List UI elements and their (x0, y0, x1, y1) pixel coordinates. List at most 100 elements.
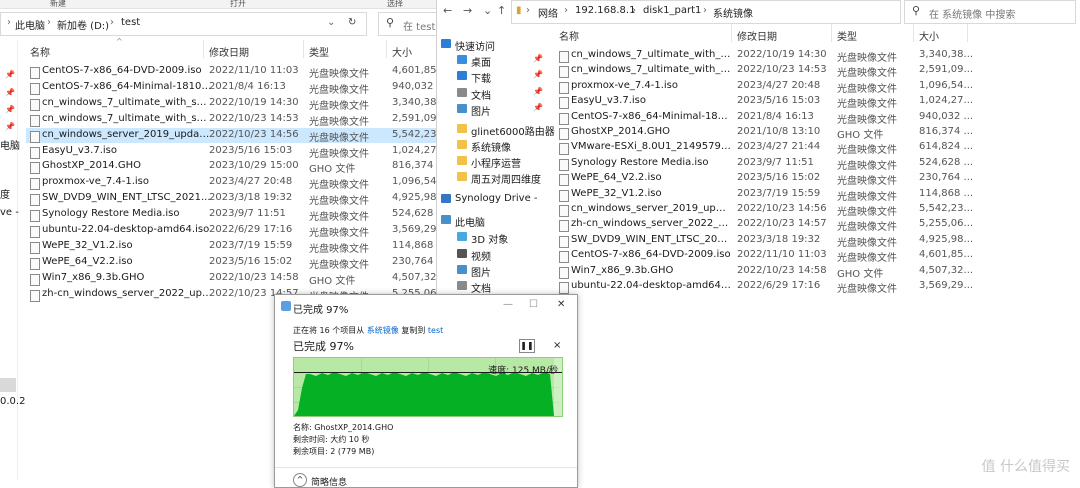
breadcrumb-test[interactable]: test (121, 17, 140, 28)
breadcrumb-share[interactable]: disk1_part1 (643, 5, 701, 16)
table-row[interactable]: CentOS-7-x86_64-Minimal-1810.... 2021/8/4… (555, 110, 1075, 126)
table-row[interactable]: EasyU_v3.7.iso 2023/5/16 15:03 光盘映像文件 1,024… (555, 94, 1075, 110)
file-name[interactable]: CentOS-7-x86_64-Minimal-1810.... (42, 81, 212, 92)
table-row[interactable]: WePE_64_V2.2.iso 2023/5/16 15:02 光盘映像文件 230… (26, 255, 436, 271)
nav-label[interactable]: 周五对周四维度 (471, 171, 541, 186)
table-row[interactable]: cn_windows_7_ultimate_with_sp1... 2022/10… (555, 48, 1075, 64)
table-row[interactable]: SW_DVD9_WIN_ENT_LTSC_2021... 2023/3/18 19… (555, 233, 1075, 249)
column-size[interactable]: 大小 (919, 28, 939, 43)
side-scrollbar-thumb[interactable] (0, 378, 16, 392)
nav-item[interactable]: 图片 (437, 262, 551, 279)
ribbon-open[interactable]: 打开 (230, 0, 246, 9)
less-details-toggle[interactable]: 简略信息 (311, 475, 347, 487)
chevron-up-icon[interactable]: ^ (293, 473, 307, 487)
file-name[interactable]: cn_windows_server_2019_update... (42, 129, 212, 140)
breadcrumb-this-pc[interactable]: 此电脑 (15, 17, 45, 32)
refresh-icon[interactable]: ↻ (348, 17, 356, 28)
source-link[interactable]: 系统镜像 (367, 326, 399, 335)
search-input[interactable]: ⚲ 在 系统镜像 中搜索 (904, 0, 1076, 24)
ribbon-new[interactable]: 新建 (50, 0, 66, 9)
nav-label[interactable]: 小程序运营 (471, 155, 521, 170)
nav-item[interactable]: 快速访问 (437, 36, 551, 53)
breadcrumb-folder[interactable]: 系统镜像 (713, 5, 753, 20)
table-row[interactable]: CentOS-7-x86_64-DVD-2009.iso 2022/11/10 1… (555, 248, 1075, 264)
ribbon-select[interactable]: 选择 (387, 0, 403, 9)
nav-label[interactable]: 桌面 (471, 54, 491, 69)
table-row[interactable]: cn_windows_server_2019_update... 2022/10/… (555, 202, 1075, 218)
nav-label[interactable]: 3D 对象 (471, 231, 508, 246)
file-name[interactable]: VMware-ESXi_8.0U1_21495797_... (571, 141, 731, 152)
column-date[interactable]: 修改日期 (737, 28, 777, 43)
file-name[interactable]: WePE_32_V1.2.iso (42, 240, 212, 251)
file-name[interactable]: zh-cn_windows_server_2022_upd... (42, 288, 212, 299)
nav-item[interactable]: glinet6000路由器 (437, 121, 555, 138)
table-row[interactable]: GhostXP_2014.GHO 2021/10/8 13:10 GHO 文件 816… (555, 125, 1075, 141)
file-name[interactable]: EasyU_v3.7.iso (571, 95, 731, 106)
nav-item[interactable]: 小程序运营 (437, 153, 551, 170)
chevron-down-icon[interactable]: ⌄ (483, 4, 492, 17)
table-row[interactable]: WePE_64_V2.2.iso 2023/5/16 15:02 光盘映像文件 230… (555, 171, 1075, 187)
table-row[interactable]: Win7_x86_9.3b.GHO 2022/10/23 14:58 GHO 文件 4… (26, 271, 436, 287)
file-name[interactable]: proxmox-ve_7.4-1.iso (42, 176, 212, 187)
file-name[interactable]: cn_windows_server_2019_update... (571, 203, 731, 214)
column-type[interactable]: 类型 (309, 44, 329, 59)
table-row[interactable]: cn_windows_7_ultimate_with_sp1... 2022/10… (26, 96, 436, 112)
table-row[interactable]: proxmox-ve_7.4-1.iso 2023/4/27 20:48 光盘映像文… (26, 175, 436, 191)
table-row[interactable]: VMware-ESXi_8.0U1_21495797_... 2023/4/27 … (555, 140, 1075, 156)
up-icon[interactable]: ↑ (497, 4, 506, 17)
nav-label[interactable]: 下载 (471, 70, 491, 85)
file-name[interactable]: EasyU_v3.7.iso (42, 145, 212, 156)
table-row[interactable]: Win7_x86_9.3b.GHO 2022/10/23 14:58 GHO 文件 4… (555, 264, 1075, 280)
nav-item[interactable]: 文档 📌 (437, 85, 551, 102)
file-name[interactable]: WePE_32_V1.2.iso (571, 188, 731, 199)
table-row[interactable]: ubuntu-22.04-desktop-amd64.iso 2022/6/29 … (26, 223, 436, 239)
column-name[interactable]: 名称 (30, 44, 50, 59)
table-row[interactable]: GhostXP_2014.GHO 2023/10/29 15:00 GHO 文件 81… (26, 159, 436, 175)
column-type[interactable]: 类型 (837, 28, 857, 43)
pause-icon[interactable]: ❚❚ (519, 339, 535, 353)
table-row[interactable]: zh-cn_windows_server_2022_upd... 2022/10/… (555, 217, 1075, 233)
dest-link[interactable]: test (428, 326, 443, 335)
breadcrumb-drive[interactable]: 新加卷 (D:) (57, 17, 109, 32)
nav-label[interactable]: 文档 (471, 280, 491, 295)
nav-label[interactable]: 图片 (471, 103, 491, 118)
maximize-icon[interactable]: ☐ (529, 299, 538, 310)
nav-label[interactable]: glinet6000路由器 (471, 123, 555, 138)
file-name[interactable]: WePE_64_V2.2.iso (42, 256, 212, 267)
nav-item[interactable]: 桌面 📌 (437, 52, 551, 69)
table-row[interactable]: Synology Restore Media.iso 2023/9/7 11:51… (555, 156, 1075, 172)
back-icon[interactable]: ← (443, 4, 452, 17)
file-name[interactable]: proxmox-ve_7.4-1.iso (571, 80, 731, 91)
nav-item[interactable]: 周五对周四维度 (437, 169, 551, 186)
table-row[interactable]: CentOS-7-x86_64-DVD-2009.iso 2022/11/10 1… (26, 64, 436, 80)
nav-item[interactable]: 系统镜像 (437, 137, 551, 154)
file-name[interactable]: CentOS-7-x86_64-Minimal-1810.... (571, 111, 731, 122)
close-icon[interactable]: ✕ (557, 299, 565, 310)
table-row[interactable]: CentOS-7-x86_64-Minimal-1810.... 2021/8/4… (26, 80, 436, 96)
nav-label[interactable]: 系统镜像 (471, 139, 511, 154)
file-name[interactable]: CentOS-7-x86_64-DVD-2009.iso (42, 65, 212, 76)
file-name[interactable]: cn_windows_7_ultimate_with_sp1... (42, 113, 212, 124)
breadcrumb-host[interactable]: 192.168.8.1 (575, 5, 635, 16)
file-name[interactable]: ubuntu-22.04-desktop-amd64.iso (571, 280, 731, 291)
breadcrumb-network[interactable]: 网络 (538, 5, 558, 20)
nav-label[interactable]: 快速访问 (455, 38, 495, 53)
file-name[interactable]: Win7_x86_9.3b.GHO (571, 265, 731, 276)
nav-label[interactable]: Synology Drive - (455, 193, 538, 204)
minimize-icon[interactable]: — (503, 299, 513, 310)
nav-label[interactable]: 图片 (471, 264, 491, 279)
table-row[interactable]: WePE_32_V1.2.iso 2023/7/19 15:59 光盘映像文件 114… (26, 239, 436, 255)
column-size[interactable]: 大小 (392, 44, 412, 59)
table-row[interactable]: Synology Restore Media.iso 2023/9/7 11:51… (26, 207, 436, 223)
nav-item[interactable]: 此电脑 (437, 212, 551, 229)
file-name[interactable]: CentOS-7-x86_64-DVD-2009.iso (571, 249, 731, 260)
file-name[interactable]: Synology Restore Media.iso (42, 208, 212, 219)
table-row[interactable]: cn_windows_7_ultimate_with_sp1... 2022/10… (555, 63, 1075, 79)
nav-item[interactable]: 下载 📌 (437, 68, 551, 85)
address-bar[interactable]: › 此电脑 › 新加卷 (D:) › test ⌄ ↻ (0, 12, 367, 36)
nav-item[interactable]: 视频 (437, 246, 551, 263)
file-name[interactable]: SW_DVD9_WIN_ENT_LTSC_2021... (42, 192, 212, 203)
address-bar[interactable]: ▮ › 网络 › 192.168.8.1 › disk1_part1 › 系统镜… (511, 0, 940, 24)
file-name[interactable]: GhostXP_2014.GHO (571, 126, 731, 137)
table-row[interactable]: proxmox-ve_7.4-1.iso 2023/4/27 20:48 光盘映像文… (555, 79, 1075, 95)
